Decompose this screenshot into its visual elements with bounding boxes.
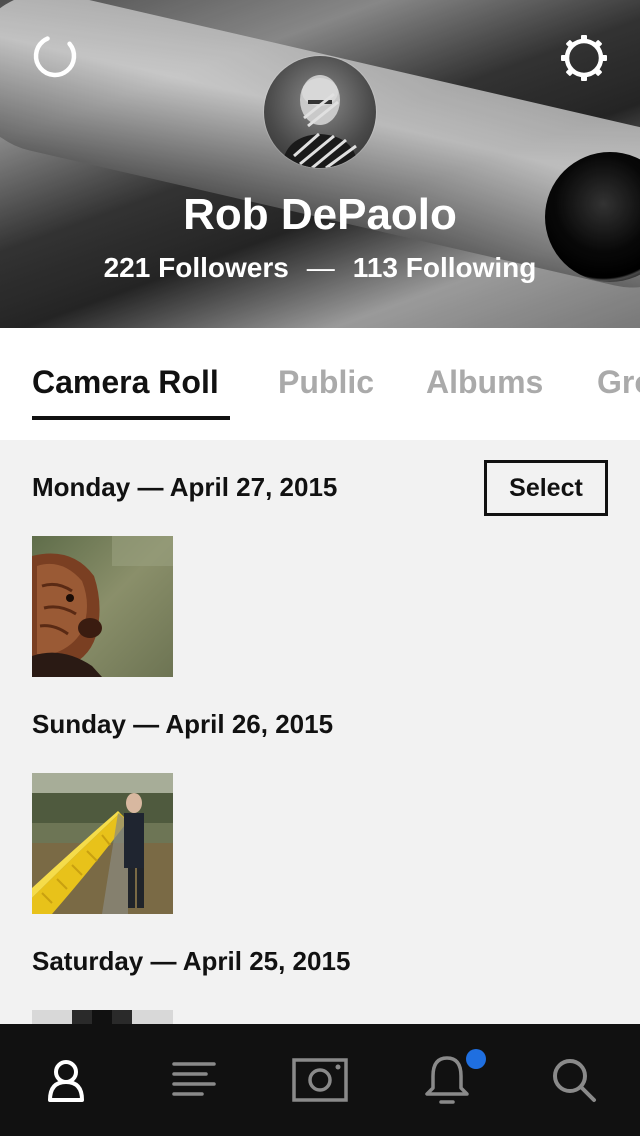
profile-stats: 221 Followers — 113 Following	[0, 252, 640, 284]
select-button[interactable]: Select	[484, 460, 608, 516]
refresh-icon[interactable]	[31, 32, 79, 80]
tab-albums[interactable]: Albums	[426, 364, 543, 401]
following-count[interactable]: 113 Following	[353, 252, 537, 283]
profile-tabs: Camera Roll Public Albums Groups	[0, 328, 640, 440]
profile-icon[interactable]	[38, 1052, 94, 1108]
gear-icon[interactable]	[560, 34, 608, 82]
photo-thumbnail-bw[interactable]	[32, 1010, 173, 1024]
avatar-portrait	[282, 75, 358, 168]
avatar[interactable]	[264, 56, 376, 168]
tab-camera-roll[interactable]: Camera Roll	[32, 364, 219, 401]
photo-thumbnail-fence[interactable]	[32, 773, 173, 914]
search-icon[interactable]	[546, 1052, 602, 1108]
notification-badge	[466, 1049, 486, 1069]
tab-groups[interactable]: Groups	[597, 364, 640, 401]
profile-name: Rob DePaolo	[183, 190, 457, 239]
camera-icon[interactable]	[292, 1052, 348, 1108]
followers-count[interactable]: 221 Followers	[104, 252, 289, 283]
feed-icon[interactable]	[166, 1052, 222, 1108]
photo-thumbnail-dog[interactable]	[32, 536, 173, 677]
active-tab-indicator	[32, 416, 230, 420]
profile-header: Rob DePaolo 221 Followers — 113 Following	[0, 0, 640, 328]
tab-public[interactable]: Public	[278, 364, 374, 401]
stats-separator: —	[306, 252, 335, 283]
bottom-tab-bar	[0, 1024, 640, 1136]
day-header-monday: Monday — April 27, 2015	[32, 472, 338, 502]
day-header-saturday: Saturday — April 25, 2015	[32, 946, 351, 976]
day-header-sunday: Sunday — April 26, 2015	[32, 709, 334, 739]
